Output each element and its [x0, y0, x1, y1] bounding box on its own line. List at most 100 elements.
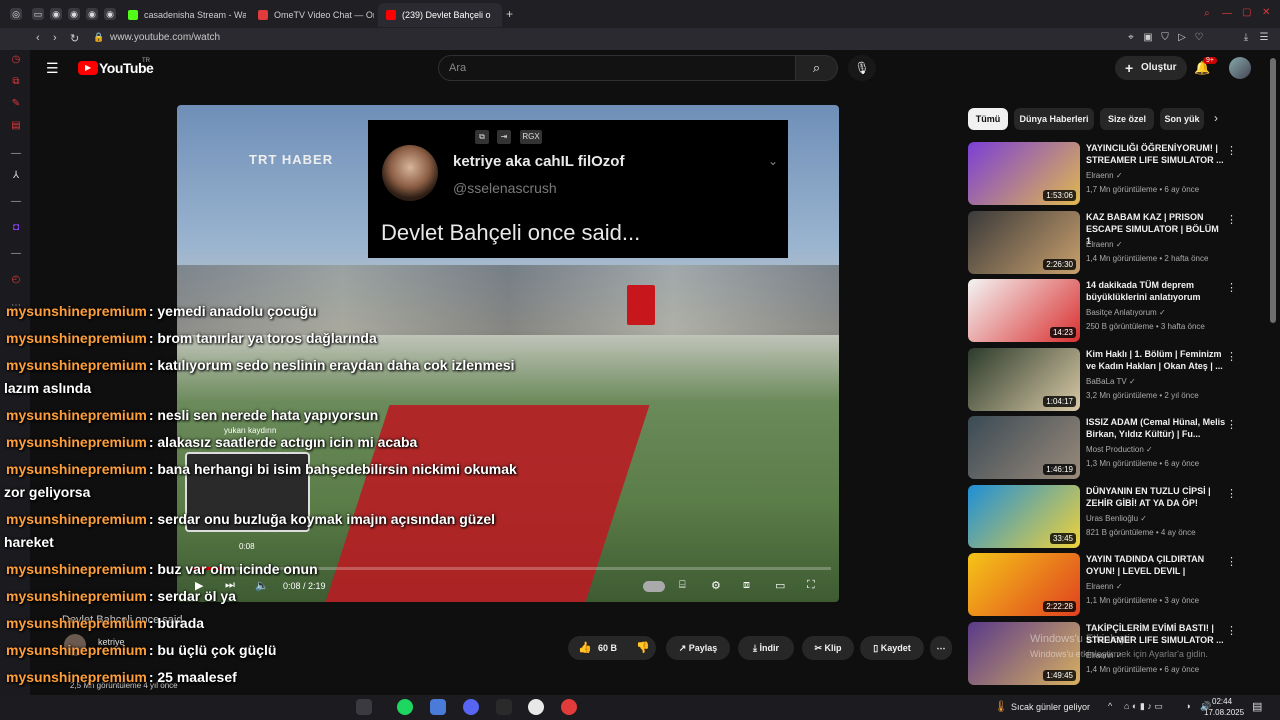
voice-search-button[interactable]: 🎙 [848, 55, 876, 81]
autoplay-toggle[interactable] [643, 581, 665, 592]
recommendation-channel[interactable]: BaBaLa TV ✓ [1086, 377, 1136, 386]
account-avatar[interactable] [1229, 57, 1251, 79]
recommendation-item[interactable]: 1:46:19 ISSIZ ADAM (Cemal Hünal, Melis Bi… [968, 416, 1248, 480]
chat-username[interactable]: mysunshinepremium [6, 461, 147, 477]
spotify-icon[interactable] [397, 699, 413, 715]
save-button[interactable]: ▯ Kaydet [860, 636, 924, 660]
tray-chevron-icon[interactable]: ^ [1108, 701, 1112, 711]
twitch-icon[interactable]: ◘ [10, 222, 22, 234]
chevron-right-icon[interactable]: › [1214, 111, 1218, 125]
recommendation-item[interactable]: 1:04:17 Kim Haklı | 1. Bölüm | Feminizm v… [968, 347, 1248, 412]
heart-icon[interactable]: ♡ [1193, 32, 1205, 44]
recommendation-channel[interactable]: Uras Benlioğlu ✓ [1086, 514, 1147, 523]
search-input[interactable]: Ara [438, 55, 796, 81]
more-vertical-icon[interactable]: ⋮ [1226, 555, 1237, 568]
chat-username[interactable]: mysunshinepremium [6, 615, 147, 631]
filter-chip-world-news[interactable]: Dünya Haberleri [1014, 108, 1094, 130]
workspace-icon[interactable]: ▭ [32, 8, 44, 20]
download-button[interactable]: ⤓ İndir [738, 636, 794, 660]
filter-chip-recent[interactable]: Son yük [1160, 108, 1204, 130]
recommendation-channel[interactable]: Elraenn ✓ [1086, 240, 1123, 249]
taskbar-app-icon[interactable] [356, 699, 372, 715]
recommendation-channel[interactable]: Elraenn ✓ [1086, 171, 1123, 180]
app-icon[interactable] [430, 699, 446, 715]
recommendation-thumbnail[interactable]: 33:45 [968, 484, 1080, 548]
more-vertical-icon[interactable]: ⋮ [1226, 350, 1237, 363]
minimize-icon[interactable]: — [1222, 8, 1232, 19]
volume-icon[interactable]: 🔈 [255, 579, 269, 592]
chat-username[interactable]: mysunshinepremium [6, 642, 147, 658]
chat-username[interactable]: mysunshinepremium [6, 407, 147, 423]
recommendation-title[interactable]: Kim Haklı | 1. Bölüm | Feminizm ve Kadın… [1086, 348, 1226, 372]
app-icon[interactable] [496, 699, 512, 715]
filter-chip-all[interactable]: Tümü [968, 108, 1008, 130]
notes-icon[interactable]: ▤ [10, 120, 22, 132]
edit-icon[interactable]: ✎ [10, 98, 22, 110]
recommendation-thumbnail[interactable]: 14:23 [968, 279, 1080, 342]
play-icon[interactable]: ▷ [1176, 32, 1188, 44]
exit-icon[interactable]: ⇥ [497, 130, 511, 144]
shield-icon[interactable]: ⛉ [1159, 32, 1171, 44]
chat-username[interactable]: mysunshinepremium [6, 511, 147, 527]
bookmark-icon[interactable]: ⧉ [10, 76, 22, 88]
recommendation-thumbnail[interactable]: 2:22:28 [968, 553, 1080, 616]
pin-icon[interactable]: ⌖ [1125, 32, 1137, 44]
recommendation-thumbnail[interactable]: 1:53:06 [968, 142, 1080, 205]
recommendation-title[interactable]: YAYIN TADINDA ÇILDIRTAN OYUN! | LEVEL DE… [1086, 553, 1226, 577]
browser-menu-icon[interactable]: ◎ [10, 8, 22, 20]
clock-date[interactable]: 17.08.2025 [1204, 708, 1244, 717]
hamburger-icon[interactable]: ☰ [46, 60, 59, 77]
fullscreen-icon[interactable]: ⛶ [807, 579, 815, 592]
more-vertical-icon[interactable]: ⋮ [1226, 281, 1237, 294]
theater-mode-icon[interactable]: ▭ [775, 579, 785, 592]
recommendation-channel[interactable]: Most Production ✓ [1086, 445, 1153, 454]
chat-username[interactable]: mysunshinepremium [6, 303, 147, 319]
recommendation-title[interactable]: 14 dakikada TÜM deprem büyüklüklerini an… [1086, 279, 1226, 303]
search-icon[interactable]: ⌕ [1204, 8, 1210, 19]
wifi-icon[interactable]: ◗ [1186, 701, 1191, 711]
recommendation-channel[interactable]: Elraenn ✓ [1086, 582, 1123, 591]
recommendation-item[interactable]: 2:26:30 KAZ BABAM KAZ | PRISON ESCAPE SIM… [968, 210, 1248, 275]
tab-ometv[interactable]: OmeTV Video Chat — Om [250, 3, 374, 27]
recommendation-thumbnail[interactable]: 1:46:19 [968, 416, 1080, 479]
more-vertical-icon[interactable]: ⋮ [1226, 144, 1237, 157]
more-vertical-icon[interactable]: ⋮ [1226, 213, 1237, 226]
ai-icon[interactable]: ⅄ [10, 170, 22, 182]
recommendation-item[interactable]: 33:45 DÜNYANIN EN TUZLU CİPSİ | ZEHİR GİB… [968, 484, 1248, 549]
popout-icon[interactable]: ⧉ [475, 130, 489, 144]
notifications-icon[interactable]: ▤ [1252, 700, 1262, 713]
chat-username[interactable]: mysunshinepremium [6, 588, 147, 604]
miniplayer-icon[interactable]: ⧈ [743, 579, 750, 592]
chat-username[interactable]: mysunshinepremium [6, 357, 147, 373]
menu-icon[interactable]: ☰ [1258, 32, 1270, 44]
discord-icon[interactable] [463, 699, 479, 715]
recommendation-title[interactable]: DÜNYANIN EN TUZLU CİPSİ | ZEHİR GİBİ! AT… [1086, 485, 1226, 509]
recommendation-thumbnail[interactable]: 1:04:17 [968, 347, 1080, 411]
like-icon[interactable]: 👍 [578, 636, 592, 660]
search-button[interactable]: ⌕ [796, 55, 838, 81]
pinned-tab-icon-4[interactable]: ◉ [104, 8, 116, 20]
chat-username[interactable]: mysunshinepremium [6, 669, 147, 685]
recommendation-item[interactable]: 1:53:06 YAYINCILIĞI ÖĞRENİYORUM! | STREAM… [968, 142, 1248, 206]
scrollbar[interactable] [1270, 58, 1276, 323]
settings-gear-icon[interactable]: ⚙ [711, 579, 721, 592]
pinned-tab-icon-2[interactable]: ◉ [68, 8, 80, 20]
clip-button[interactable]: ✂ Klip [802, 636, 854, 660]
url-field[interactable]: www.youtube.com/watch [110, 32, 220, 43]
recommendation-title[interactable]: YAYINCILIĞI ÖĞRENİYORUM! | STREAMER LIFE… [1086, 142, 1226, 166]
browser-icon[interactable] [561, 699, 577, 715]
history-icon[interactable]: ◷ [10, 54, 22, 66]
close-icon[interactable]: ✕ [1262, 7, 1270, 18]
tab-kick[interactable]: casadenisha Stream - Wa [120, 3, 246, 27]
more-actions-button[interactable]: ⋯ [930, 636, 952, 660]
create-button[interactable]: + Oluştur [1115, 56, 1187, 80]
share-button[interactable]: ↗ Paylaş [666, 636, 730, 660]
screenshot-icon[interactable]: ▣ [1142, 32, 1154, 44]
more-vertical-icon[interactable]: ⋮ [1226, 418, 1237, 431]
download-icon[interactable]: ⤓ [1240, 32, 1252, 44]
weather-text[interactable]: Sıcak günler geliyor [1011, 702, 1090, 712]
subtitles-icon[interactable]: ⌸ [679, 579, 686, 592]
filter-chip-for-you[interactable]: Size özel [1100, 108, 1154, 130]
more-vertical-icon[interactable]: ⋮ [1226, 624, 1237, 637]
more-vertical-icon[interactable]: ⋮ [1226, 487, 1237, 500]
